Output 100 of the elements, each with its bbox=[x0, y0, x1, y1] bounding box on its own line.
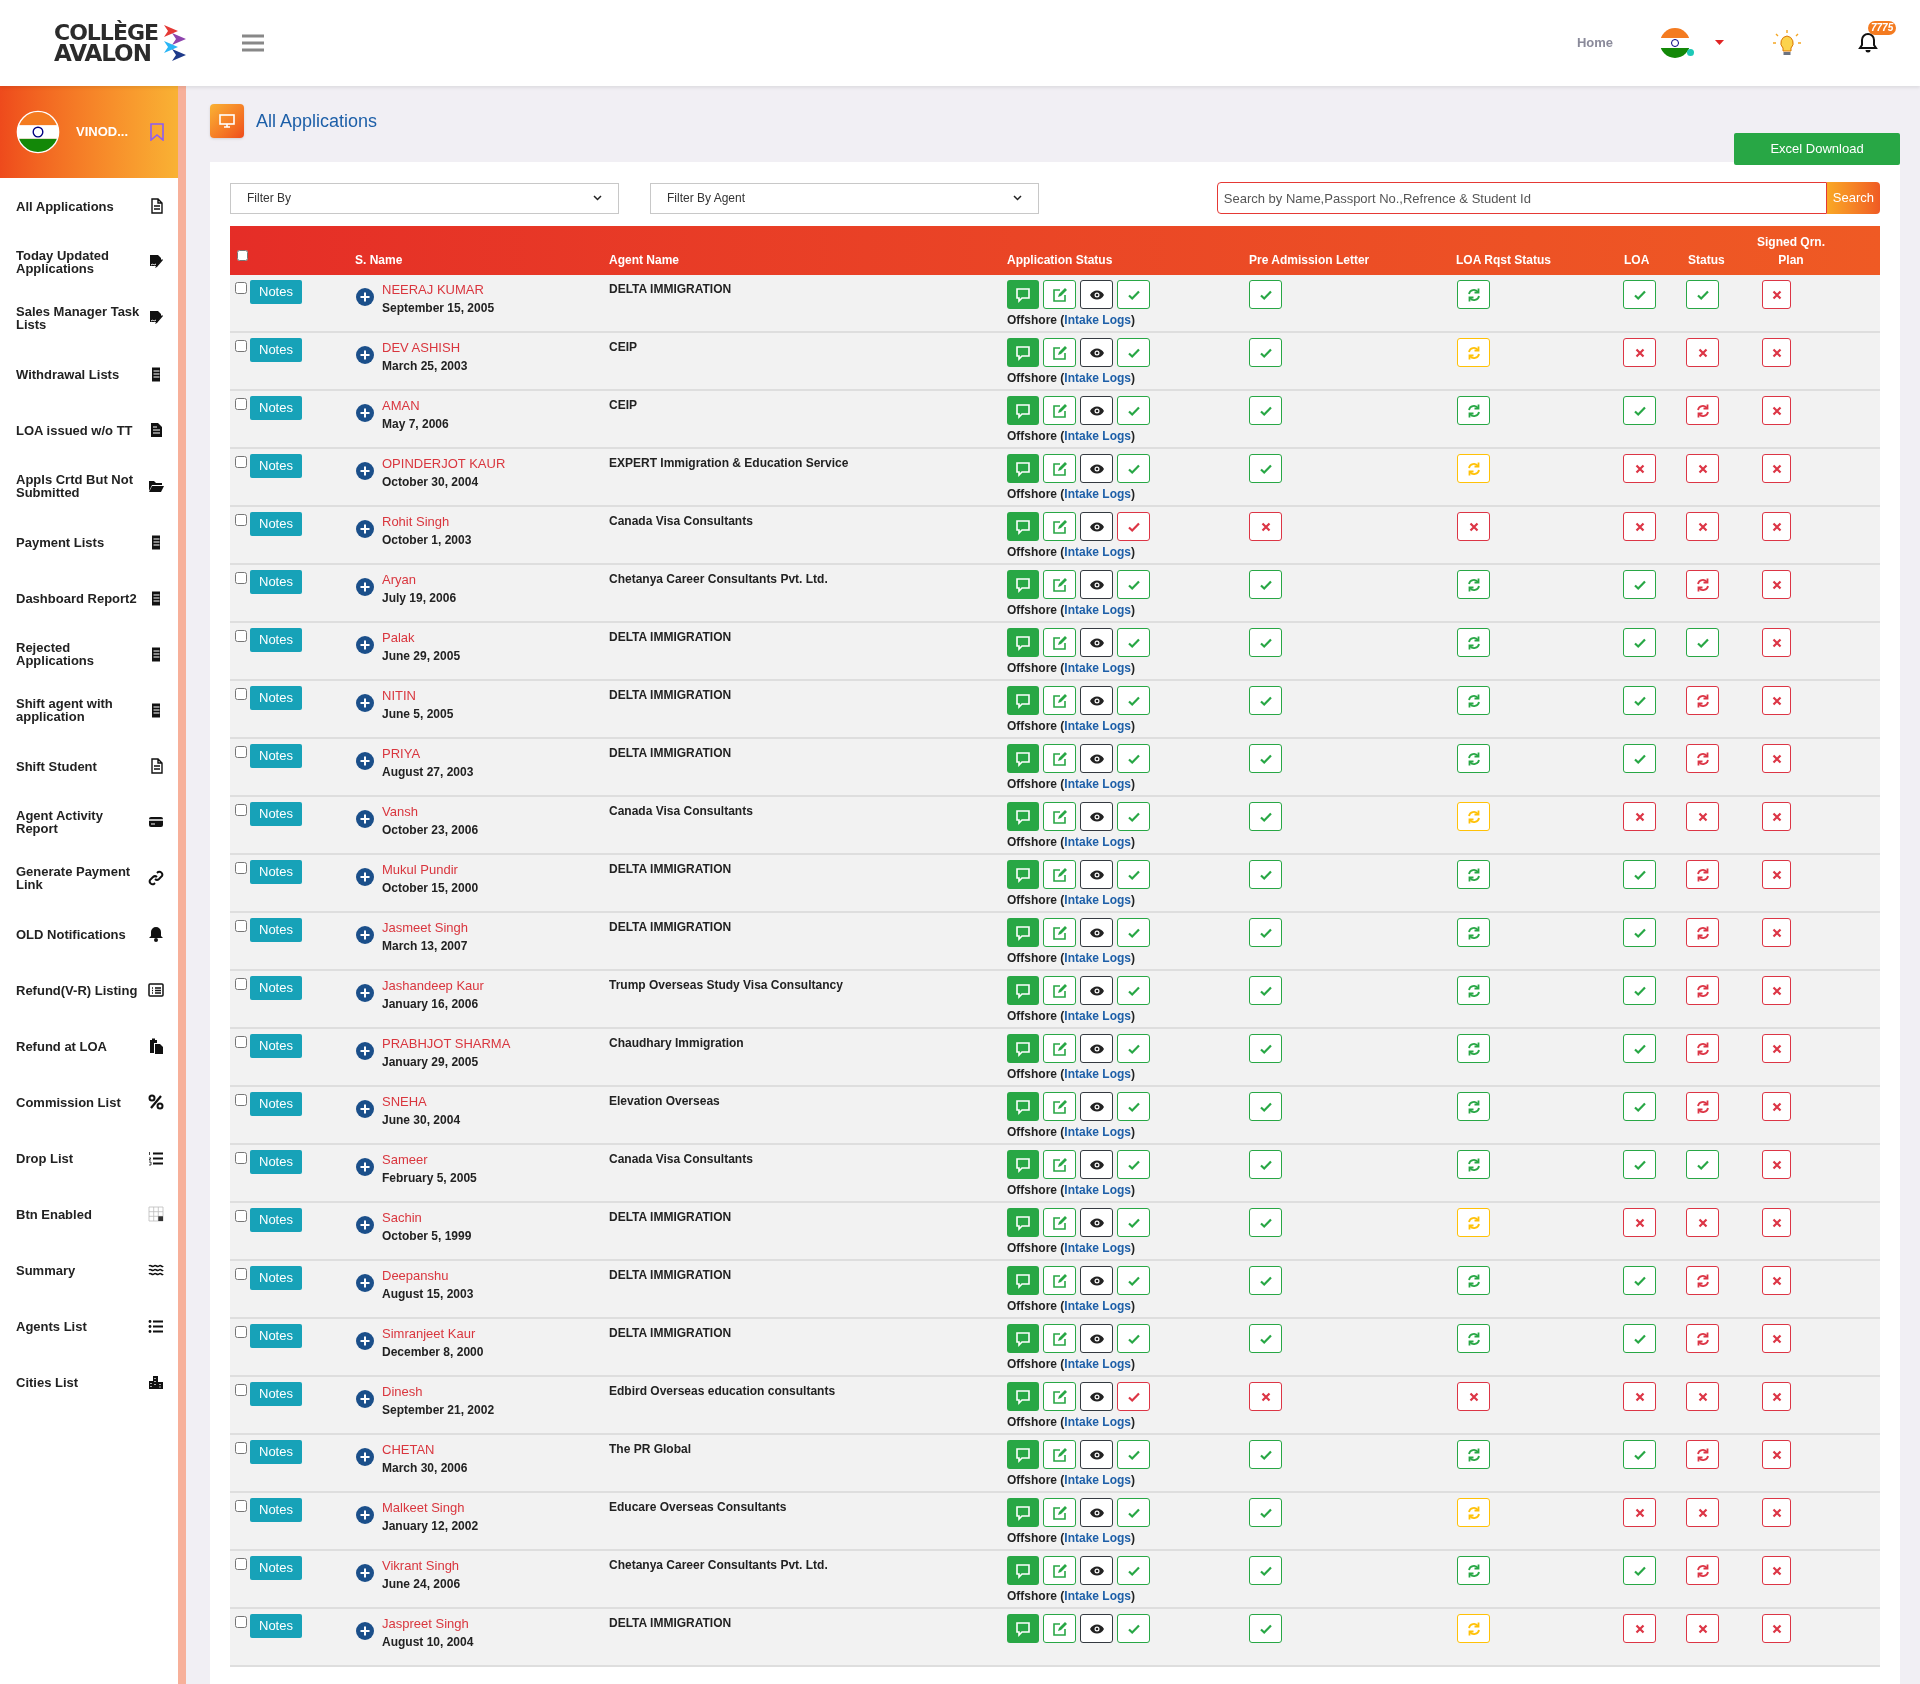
status-button[interactable] bbox=[1623, 1208, 1656, 1237]
message-button[interactable] bbox=[1007, 396, 1039, 425]
status-button[interactable] bbox=[1457, 860, 1490, 889]
student-name[interactable]: SNEHA bbox=[382, 1092, 461, 1111]
intake-logs-link[interactable]: Intake Logs bbox=[1064, 719, 1132, 733]
student-name[interactable]: Simranjeet Kaur bbox=[382, 1324, 484, 1343]
expand-plus-icon[interactable] bbox=[356, 926, 374, 944]
expand-plus-icon[interactable] bbox=[356, 1448, 374, 1466]
status-button[interactable] bbox=[1762, 512, 1791, 541]
expand-plus-icon[interactable] bbox=[356, 752, 374, 770]
view-button[interactable] bbox=[1080, 1440, 1113, 1469]
status-button[interactable] bbox=[1686, 1208, 1719, 1237]
intake-logs-link[interactable]: Intake Logs bbox=[1064, 951, 1132, 965]
message-button[interactable] bbox=[1007, 1208, 1039, 1237]
sidebar-item[interactable]: Shift agent with application bbox=[0, 682, 178, 738]
view-button[interactable] bbox=[1080, 1498, 1113, 1527]
status-button[interactable] bbox=[1762, 802, 1791, 831]
status-button[interactable] bbox=[1249, 628, 1282, 657]
intake-logs-link[interactable]: Intake Logs bbox=[1064, 1067, 1132, 1081]
notes-button[interactable]: Notes bbox=[250, 1614, 302, 1638]
student-name[interactable]: NITIN bbox=[382, 686, 454, 705]
status-button[interactable] bbox=[1623, 1556, 1656, 1585]
status-button[interactable] bbox=[1762, 686, 1791, 715]
status-button[interactable] bbox=[1623, 512, 1656, 541]
message-button[interactable] bbox=[1007, 686, 1039, 715]
intake-logs-link[interactable]: Intake Logs bbox=[1064, 1415, 1132, 1429]
status-button[interactable] bbox=[1762, 1150, 1791, 1179]
status-button[interactable] bbox=[1686, 802, 1719, 831]
message-button[interactable] bbox=[1007, 1092, 1039, 1121]
status-button[interactable] bbox=[1762, 860, 1791, 889]
status-button[interactable] bbox=[1623, 628, 1656, 657]
expand-plus-icon[interactable] bbox=[356, 636, 374, 654]
caret-icon[interactable] bbox=[1715, 40, 1724, 46]
status-button[interactable] bbox=[1762, 1556, 1791, 1585]
status-button[interactable] bbox=[1623, 1034, 1656, 1063]
row-checkbox[interactable] bbox=[235, 1268, 247, 1280]
expand-plus-icon[interactable] bbox=[356, 868, 374, 886]
expand-plus-icon[interactable] bbox=[356, 1042, 374, 1060]
status-button[interactable] bbox=[1249, 1324, 1282, 1353]
status-button[interactable] bbox=[1762, 1324, 1791, 1353]
status-button[interactable] bbox=[1686, 1266, 1719, 1295]
view-button[interactable] bbox=[1080, 454, 1113, 483]
expand-plus-icon[interactable] bbox=[356, 1100, 374, 1118]
status-button[interactable] bbox=[1457, 512, 1490, 541]
status-button[interactable] bbox=[1117, 512, 1150, 541]
expand-plus-icon[interactable] bbox=[356, 578, 374, 596]
intake-logs-link[interactable]: Intake Logs bbox=[1064, 1183, 1132, 1197]
notes-button[interactable]: Notes bbox=[250, 1556, 302, 1580]
view-button[interactable] bbox=[1080, 918, 1113, 947]
view-button[interactable] bbox=[1080, 570, 1113, 599]
row-checkbox[interactable] bbox=[235, 862, 247, 874]
status-button[interactable] bbox=[1762, 338, 1791, 367]
intake-logs-link[interactable]: Intake Logs bbox=[1064, 371, 1132, 385]
status-button[interactable] bbox=[1249, 1034, 1282, 1063]
intake-logs-link[interactable]: Intake Logs bbox=[1064, 893, 1132, 907]
row-checkbox[interactable] bbox=[235, 1036, 247, 1048]
status-button[interactable] bbox=[1762, 1440, 1791, 1469]
view-button[interactable] bbox=[1080, 976, 1113, 1005]
intake-logs-link[interactable]: Intake Logs bbox=[1064, 777, 1132, 791]
notification-bell-icon[interactable] bbox=[1858, 32, 1878, 54]
status-button[interactable] bbox=[1457, 976, 1490, 1005]
status-button[interactable] bbox=[1623, 570, 1656, 599]
status-button[interactable] bbox=[1686, 860, 1719, 889]
status-button[interactable] bbox=[1686, 976, 1719, 1005]
message-button[interactable] bbox=[1007, 570, 1039, 599]
row-checkbox[interactable] bbox=[235, 282, 247, 294]
status-button[interactable] bbox=[1457, 628, 1490, 657]
message-button[interactable] bbox=[1007, 860, 1039, 889]
message-button[interactable] bbox=[1007, 512, 1039, 541]
notes-button[interactable]: Notes bbox=[250, 1092, 302, 1116]
expand-plus-icon[interactable] bbox=[356, 694, 374, 712]
row-checkbox[interactable] bbox=[235, 1558, 247, 1570]
view-button[interactable] bbox=[1080, 1034, 1113, 1063]
status-button[interactable] bbox=[1249, 396, 1282, 425]
message-button[interactable] bbox=[1007, 628, 1039, 657]
sidebar-item[interactable]: Dashboard Report2 bbox=[0, 570, 178, 626]
flag-avatar-icon[interactable] bbox=[1659, 27, 1691, 59]
search-field[interactable]: Search by Name,Passport No.,Refrence & Student Id bbox=[1216, 182, 1827, 214]
student-name[interactable]: Vikrant Singh bbox=[382, 1556, 461, 1575]
message-button[interactable] bbox=[1007, 454, 1039, 483]
status-button[interactable] bbox=[1762, 744, 1791, 773]
student-name[interactable]: AMAN bbox=[382, 396, 449, 415]
agent-filter-select[interactable]: Filter By Agent bbox=[650, 182, 1039, 214]
status-button[interactable] bbox=[1623, 918, 1656, 947]
row-checkbox[interactable] bbox=[235, 688, 247, 700]
message-button[interactable] bbox=[1007, 1556, 1039, 1585]
notes-button[interactable]: Notes bbox=[250, 1266, 302, 1290]
status-button[interactable] bbox=[1623, 1498, 1656, 1527]
expand-plus-icon[interactable] bbox=[356, 520, 374, 538]
intake-logs-link[interactable]: Intake Logs bbox=[1064, 1299, 1132, 1313]
status-button[interactable] bbox=[1623, 1440, 1656, 1469]
notes-button[interactable]: Notes bbox=[250, 802, 302, 826]
notes-button[interactable]: Notes bbox=[250, 570, 302, 594]
status-button[interactable] bbox=[1249, 454, 1282, 483]
sidebar-item[interactable]: Shift Student bbox=[0, 738, 178, 794]
status-button[interactable] bbox=[1457, 1556, 1490, 1585]
status-button[interactable] bbox=[1457, 396, 1490, 425]
status-button[interactable] bbox=[1249, 1208, 1282, 1237]
status-button[interactable] bbox=[1249, 1150, 1282, 1179]
status-button[interactable] bbox=[1623, 338, 1656, 367]
